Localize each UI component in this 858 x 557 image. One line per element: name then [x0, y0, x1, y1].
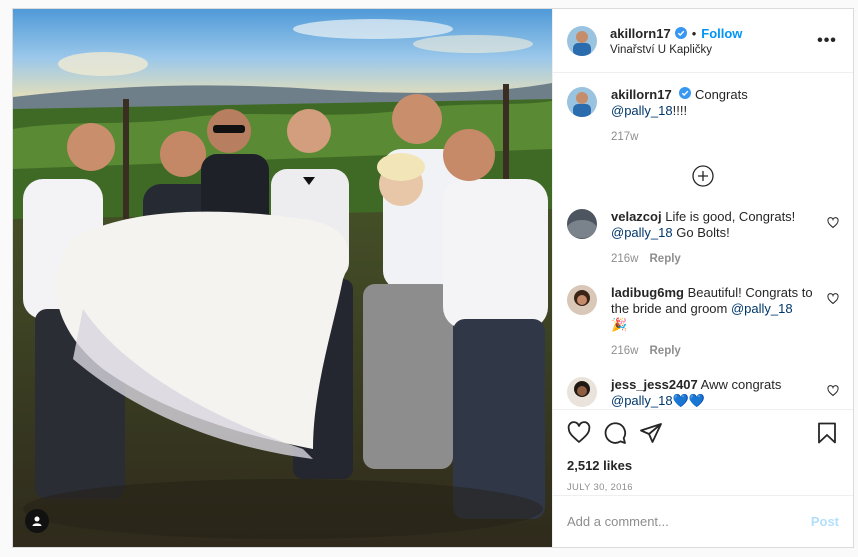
- comment-suffix: 🎉: [611, 317, 628, 332]
- load-more-comments-button[interactable]: [567, 165, 839, 187]
- caption: akillorn17 Congrats @pally_18!!!! 217w: [567, 87, 839, 145]
- commenter-username[interactable]: velazcoj: [611, 209, 662, 224]
- like-comment-heart-icon[interactable]: [827, 217, 839, 232]
- caption-meta: 217w: [611, 129, 817, 145]
- comment-text: Aww congrats: [700, 377, 782, 392]
- comment-item: velazcoj Life is good, Congrats! @pally_…: [567, 209, 839, 267]
- likes-count[interactable]: 2,512 likes: [567, 458, 839, 473]
- post-actions: 2,512 likes JULY 30, 2016: [553, 409, 853, 495]
- author-username[interactable]: akillorn17: [610, 26, 671, 41]
- share-icon[interactable]: [639, 421, 663, 445]
- caption-text: Congrats: [694, 87, 748, 102]
- author-avatar[interactable]: [567, 25, 597, 56]
- comment-mention[interactable]: @pally_18: [611, 393, 673, 408]
- comment-suffix: 💙💙: [672, 393, 705, 408]
- separator-dot: •: [691, 25, 697, 41]
- comment-mention[interactable]: @pally_18: [611, 225, 673, 240]
- post-photo[interactable]: [13, 9, 552, 547]
- comment-input[interactable]: [567, 514, 811, 529]
- commenter-avatar[interactable]: [567, 209, 597, 239]
- post-location[interactable]: Vinařství U Kapličky: [610, 44, 815, 56]
- comment-text: Life is good, Congrats!: [665, 209, 796, 224]
- comment-mention[interactable]: @pally_18: [731, 301, 793, 316]
- comment-icon[interactable]: [603, 421, 627, 445]
- reply-button[interactable]: Reply: [650, 253, 681, 265]
- bookmark-icon[interactable]: [815, 421, 839, 445]
- post-side-panel: akillorn17 • Follow Vinařství U Kapličky…: [552, 9, 853, 547]
- wedding-photo-image: [13, 9, 552, 547]
- user-tag-icon[interactable]: [25, 509, 49, 533]
- commenter-avatar[interactable]: [567, 377, 597, 407]
- follow-button[interactable]: Follow: [701, 26, 742, 41]
- post-date[interactable]: JULY 30, 2016: [567, 482, 839, 493]
- reply-button[interactable]: Reply: [650, 345, 681, 357]
- comment-item: jess_jess2407 Aww congrats @pally_18💙💙: [567, 377, 839, 409]
- caption-time[interactable]: 217w: [611, 131, 639, 143]
- caption-mention[interactable]: @pally_18: [611, 103, 673, 118]
- comment-time[interactable]: 216w: [611, 253, 639, 265]
- comment-meta: 216w Reply: [611, 251, 817, 267]
- verified-badge-icon: [674, 27, 687, 39]
- comment-meta: 216w Reply: [611, 343, 817, 359]
- instagram-post: akillorn17 • Follow Vinařství U Kapličky…: [12, 8, 854, 548]
- heart-icon[interactable]: [567, 421, 591, 445]
- add-comment-bar: Post: [553, 495, 853, 547]
- plus-circle-icon: [692, 165, 714, 187]
- commenter-username[interactable]: ladibug6mg: [611, 285, 684, 300]
- post-comment-button[interactable]: Post: [811, 514, 839, 529]
- commenter-username[interactable]: jess_jess2407: [611, 377, 698, 392]
- caption-username[interactable]: akillorn17: [611, 87, 672, 102]
- more-options-button[interactable]: •••: [815, 32, 839, 50]
- comment-suffix: Go Bolts!: [672, 225, 730, 240]
- like-comment-heart-icon[interactable]: [827, 293, 839, 308]
- commenter-avatar[interactable]: [567, 285, 597, 315]
- caption-suffix: !!!!: [672, 103, 688, 118]
- post-header: akillorn17 • Follow Vinařství U Kapličky…: [553, 9, 853, 73]
- caption-avatar[interactable]: [567, 87, 597, 117]
- comments-list[interactable]: akillorn17 Congrats @pally_18!!!! 217w v…: [553, 73, 853, 409]
- comment-time[interactable]: 216w: [611, 345, 639, 357]
- comment-item: ladibug6mg Beautiful! Congrats to the br…: [567, 285, 839, 359]
- verified-badge-icon: [679, 87, 692, 99]
- like-comment-heart-icon[interactable]: [827, 385, 839, 400]
